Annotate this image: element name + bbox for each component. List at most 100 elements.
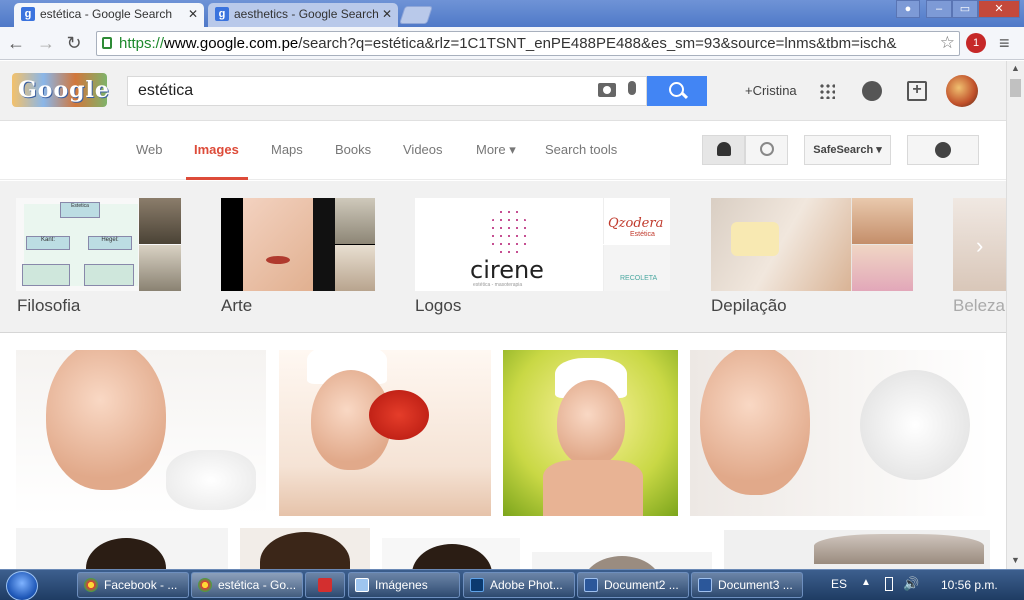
private-results-toggle[interactable] bbox=[702, 135, 745, 165]
related-thumb-logos[interactable]: cirene estética - masoterapia Qzodera Es… bbox=[415, 198, 670, 291]
tab-title: estética - Google Search bbox=[40, 7, 173, 21]
thumb-caption: Kant: bbox=[26, 236, 70, 250]
taskbar-item-document3[interactable]: Document3 ... bbox=[691, 572, 803, 598]
image-result-2[interactable] bbox=[279, 350, 491, 516]
tab-title: aesthetics - Google Search bbox=[234, 7, 379, 21]
close-tab-icon[interactable]: ✕ bbox=[188, 3, 198, 25]
chrome-icon bbox=[84, 578, 98, 592]
person-icon bbox=[717, 142, 731, 156]
browser-toolbar: ← → ↻ https://www.google.com.pe/search?q… bbox=[0, 27, 1024, 60]
search-tools-button[interactable]: Search tools bbox=[545, 142, 617, 157]
related-thumb-arte[interactable] bbox=[221, 198, 375, 291]
reload-icon[interactable]: ↻ bbox=[64, 33, 84, 53]
browser-titlebar: g estética - Google Search ✕ g aesthetic… bbox=[0, 0, 1024, 27]
page-scrollbar[interactable]: ▲ ▼ bbox=[1006, 61, 1024, 569]
tab-maps[interactable]: Maps bbox=[271, 142, 303, 157]
globe-icon bbox=[760, 142, 774, 156]
bookmark-star-icon[interactable]: ☆ bbox=[940, 33, 955, 53]
image-result-1[interactable] bbox=[16, 350, 266, 516]
tray-expand-icon[interactable]: ▲ bbox=[861, 577, 871, 588]
search-input[interactable] bbox=[138, 82, 588, 100]
folder-window-icon bbox=[355, 578, 369, 592]
taskbar-item-pdf[interactable] bbox=[305, 572, 345, 598]
related-label-filosofia[interactable]: Filosofia bbox=[17, 296, 80, 316]
minimize-button[interactable]: – bbox=[926, 0, 952, 18]
windows-taskbar: Facebook - ... estética - Go... Imágenes… bbox=[0, 569, 1024, 600]
maximize-button[interactable]: ▭ bbox=[952, 0, 978, 18]
thumb-caption: Hegel: bbox=[88, 236, 132, 250]
taskbar-item-estetica[interactable]: estética - Go... bbox=[191, 572, 303, 598]
new-tab-button[interactable] bbox=[399, 6, 433, 24]
image-result-5[interactable] bbox=[16, 528, 228, 569]
start-button[interactable] bbox=[6, 571, 38, 600]
notification-bell-icon[interactable] bbox=[862, 81, 882, 101]
search-nav: Web Images Maps Books Videos More ▾ Sear… bbox=[0, 122, 1006, 180]
tab-books[interactable]: Books bbox=[335, 142, 371, 157]
taskbar-item-facebook[interactable]: Facebook - ... bbox=[77, 572, 189, 598]
google-g-icon: g bbox=[21, 7, 35, 21]
global-results-toggle[interactable] bbox=[745, 135, 788, 165]
avatar[interactable] bbox=[946, 75, 978, 107]
apps-grid-icon[interactable] bbox=[819, 83, 835, 99]
search-box[interactable] bbox=[127, 76, 647, 106]
related-thumb-filosofia[interactable]: Estetica Kant: Hegel: bbox=[16, 198, 181, 291]
taskbar-item-photoshop[interactable]: Adobe Phot... bbox=[463, 572, 575, 598]
battery-icon[interactable] bbox=[885, 577, 893, 591]
related-thumb-depilacao[interactable] bbox=[711, 198, 913, 291]
scroll-thumb[interactable] bbox=[1010, 79, 1021, 97]
related-searches: Estetica Kant: Hegel: Filosofia Arte cir… bbox=[0, 181, 1006, 333]
pdf-icon bbox=[318, 578, 332, 592]
user-icon[interactable]: ● bbox=[896, 0, 920, 18]
extension-badge[interactable]: 1 bbox=[966, 33, 986, 53]
scroll-up-icon[interactable]: ▲ bbox=[1011, 63, 1020, 73]
related-label-beleza[interactable]: Beleza bbox=[953, 296, 1005, 316]
address-bar[interactable]: https://www.google.com.pe/search?q=estét… bbox=[96, 31, 960, 56]
safesearch-dropdown[interactable]: SafeSearch ▾ bbox=[804, 135, 891, 165]
settings-button[interactable] bbox=[907, 135, 979, 165]
related-label-arte[interactable]: Arte bbox=[221, 296, 252, 316]
tab-more[interactable]: More ▾ bbox=[476, 142, 516, 158]
related-label-depilacao[interactable]: Depilação bbox=[711, 296, 787, 316]
tab-videos[interactable]: Videos bbox=[403, 142, 443, 157]
screen: g estética - Google Search ✕ g aesthetic… bbox=[0, 0, 1024, 600]
google-doodle-logo[interactable]: Google bbox=[12, 73, 109, 107]
close-tab-icon[interactable]: ✕ bbox=[382, 3, 392, 25]
thumb-caption: cirene bbox=[470, 256, 544, 284]
language-indicator[interactable]: ES bbox=[831, 577, 847, 591]
url-text[interactable]: https://www.google.com.pe/search?q=estét… bbox=[119, 35, 931, 52]
hamburger-menu-icon[interactable]: ≡ bbox=[999, 33, 1010, 54]
image-result-4[interactable] bbox=[690, 350, 990, 516]
image-result-9[interactable] bbox=[724, 530, 990, 569]
taskbar-item-document2[interactable]: Document2 ... bbox=[577, 572, 689, 598]
clock[interactable]: 10:56 p.m. bbox=[941, 578, 998, 592]
image-result-3[interactable] bbox=[503, 350, 678, 516]
camera-icon[interactable] bbox=[598, 83, 616, 97]
tab-estetica[interactable]: g estética - Google Search ✕ bbox=[14, 3, 204, 27]
taskbar-item-imagenes[interactable]: Imágenes bbox=[348, 572, 460, 598]
word-icon bbox=[698, 578, 712, 592]
chevron-right-icon[interactable]: › bbox=[976, 233, 983, 259]
thumb-caption: Estética bbox=[630, 231, 655, 238]
active-tab-underline bbox=[186, 177, 248, 180]
close-window-button[interactable]: ✕ bbox=[978, 0, 1020, 18]
image-result-8[interactable] bbox=[532, 552, 712, 569]
image-results bbox=[0, 334, 1006, 569]
related-label-logos[interactable]: Logos bbox=[415, 296, 461, 316]
microphone-icon[interactable] bbox=[628, 81, 636, 95]
share-plus-icon[interactable]: + bbox=[907, 81, 927, 101]
search-button[interactable] bbox=[647, 76, 707, 106]
user-plus-link[interactable]: +Cristina bbox=[745, 83, 797, 98]
system-tray: ES ▲ 🔊 10:56 p.m. bbox=[815, 570, 1024, 600]
volume-icon[interactable]: 🔊 bbox=[903, 576, 919, 592]
forward-arrow-icon[interactable]: → bbox=[36, 33, 56, 53]
tab-web[interactable]: Web bbox=[136, 142, 163, 157]
image-result-7[interactable] bbox=[382, 538, 520, 569]
thumb-caption: Estetica bbox=[60, 202, 100, 218]
tab-aesthetics[interactable]: g aesthetics - Google Search ✕ bbox=[208, 3, 398, 27]
thumb-caption: Qzodera bbox=[608, 216, 664, 231]
back-arrow-icon[interactable]: ← bbox=[6, 33, 26, 53]
scroll-down-icon[interactable]: ▼ bbox=[1011, 555, 1020, 565]
tab-images[interactable]: Images bbox=[194, 142, 239, 157]
image-result-6[interactable] bbox=[240, 528, 370, 569]
google-header: Google +Cristina + bbox=[0, 61, 1006, 121]
